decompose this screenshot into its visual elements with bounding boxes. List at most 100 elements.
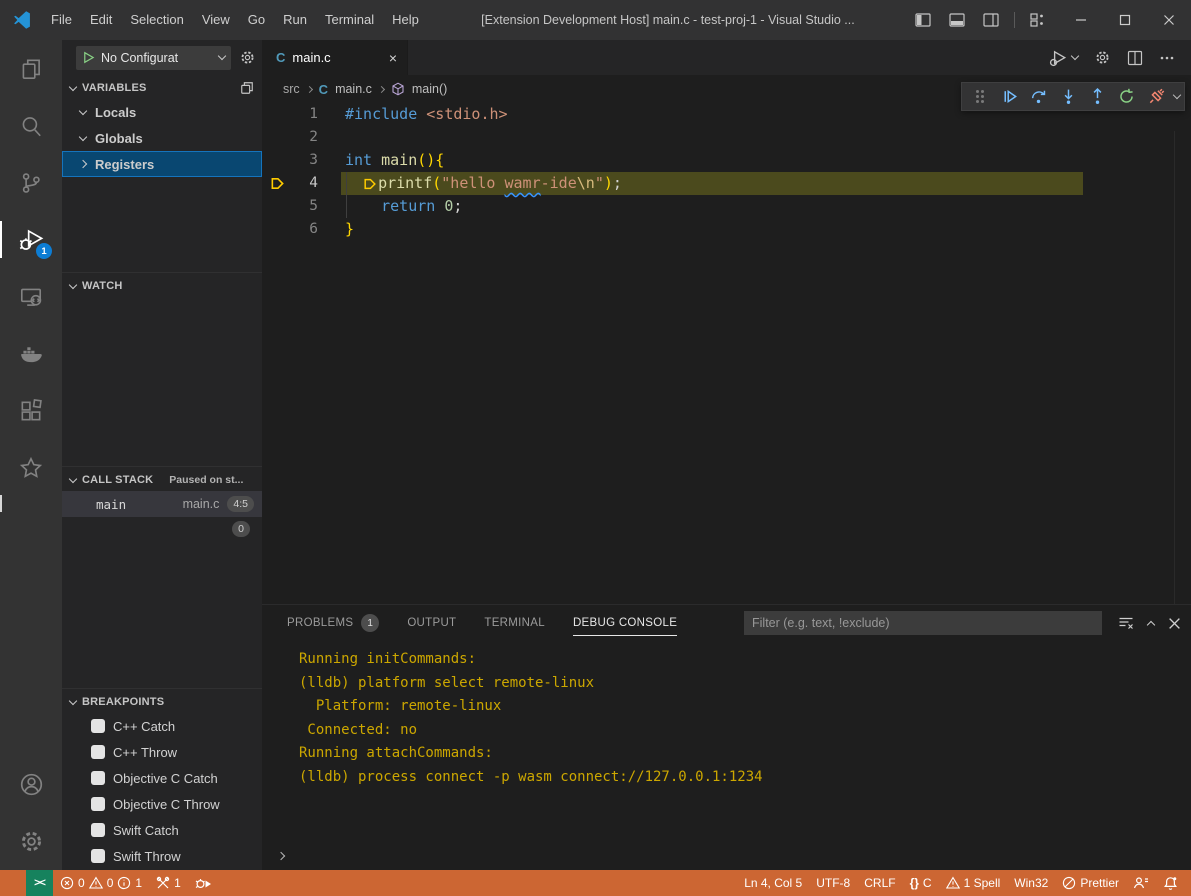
close-window-button[interactable] xyxy=(1147,0,1191,40)
maximize-panel-icon[interactable] xyxy=(1147,621,1155,629)
toggle-secondary-sidebar-icon[interactable] xyxy=(976,5,1006,35)
minimize-button[interactable] xyxy=(1059,0,1103,40)
menu-file[interactable]: File xyxy=(42,0,81,40)
tab-problems[interactable]: PROBLEMS 1 xyxy=(287,605,379,641)
start-debug-icon[interactable] xyxy=(82,51,95,64)
variables-scope-locals[interactable]: Locals xyxy=(62,99,262,125)
tab-debug-console[interactable]: DEBUG CONSOLE xyxy=(573,605,677,641)
customize-layout-icon[interactable] xyxy=(1023,5,1053,35)
variables-scope-registers[interactable]: Registers xyxy=(62,151,262,177)
checkbox[interactable] xyxy=(91,771,105,785)
continue-button[interactable] xyxy=(995,84,1022,109)
platform-status[interactable]: Win32 xyxy=(1007,870,1055,896)
breadcrumb-symbol[interactable]: main() xyxy=(412,82,447,96)
search-icon[interactable] xyxy=(0,97,62,154)
close-tab-icon[interactable]: × xyxy=(389,50,397,66)
menu-view[interactable]: View xyxy=(193,0,239,40)
explorer-icon[interactable] xyxy=(0,40,62,97)
debug-console-output[interactable]: Running initCommands: (lldb) platform se… xyxy=(262,641,1191,844)
variables-header[interactable]: VARIABLES xyxy=(62,75,262,99)
ports-status[interactable]: 1 xyxy=(149,870,188,896)
checkbox[interactable] xyxy=(91,849,105,863)
debug-config-dropdown[interactable]: No Configurat xyxy=(76,46,231,70)
breadcrumb-folder[interactable]: src xyxy=(283,82,300,96)
toggle-sidebar-icon[interactable] xyxy=(908,5,938,35)
tab-main-c[interactable]: C main.c × xyxy=(262,40,408,75)
chevron-down-icon[interactable] xyxy=(1173,91,1181,99)
problems-status[interactable]: 0 0 1 xyxy=(53,870,149,896)
watch-header[interactable]: WATCH xyxy=(62,273,262,297)
breakpoint-objc-throw[interactable]: Objective C Throw xyxy=(62,791,262,817)
language-mode[interactable]: {} C xyxy=(903,870,939,896)
more-actions-icon[interactable] xyxy=(1159,50,1175,66)
menu-run[interactable]: Run xyxy=(274,0,316,40)
source-control-icon[interactable] xyxy=(0,154,62,211)
stack-frame-row[interactable]: main main.c 4:5 xyxy=(62,491,262,517)
menu-go[interactable]: Go xyxy=(239,0,274,40)
run-or-debug-button[interactable] xyxy=(1049,49,1078,67)
menu-edit[interactable]: Edit xyxy=(81,0,121,40)
line-number[interactable]: 3 xyxy=(262,149,318,172)
spell-checker-status[interactable]: 1 Spell xyxy=(939,870,1008,896)
clear-console-icon[interactable] xyxy=(1118,615,1134,631)
code-editor[interactable]: 1 #include <stdio.h> 2 3 int main(){ 4 p… xyxy=(262,103,1191,604)
formatter-status[interactable]: Prettier xyxy=(1055,870,1126,896)
remote-indicator[interactable]: >< xyxy=(26,870,53,896)
settings-gear-icon[interactable] xyxy=(0,813,62,870)
cursor-position[interactable]: Ln 4, Col 5 xyxy=(737,870,809,896)
toggle-panel-icon[interactable] xyxy=(942,5,972,35)
call-stack-header[interactable]: CALL STACK Paused on st... xyxy=(62,467,262,491)
encoding-label: UTF-8 xyxy=(816,876,850,890)
menu-selection[interactable]: Selection xyxy=(121,0,192,40)
breakpoint-cpp-catch[interactable]: C++ Catch xyxy=(62,713,262,739)
debug-settings-gear-icon[interactable] xyxy=(239,49,256,66)
checkbox[interactable] xyxy=(91,719,105,733)
chevron-down-icon xyxy=(69,474,77,482)
feedback-button[interactable] xyxy=(1126,870,1156,896)
eol-sequence[interactable]: CRLF xyxy=(857,870,902,896)
checkbox[interactable] xyxy=(91,797,105,811)
disconnect-button[interactable] xyxy=(1143,84,1170,109)
editor-gear-icon[interactable] xyxy=(1094,49,1111,66)
step-into-button[interactable] xyxy=(1054,84,1081,109)
line-number[interactable]: 5 xyxy=(262,195,318,218)
breadcrumb-file[interactable]: main.c xyxy=(335,82,372,96)
breakpoint-swift-throw[interactable]: Swift Throw xyxy=(62,843,262,869)
debug-console-input[interactable] xyxy=(262,844,1191,870)
step-out-button[interactable] xyxy=(1084,84,1111,109)
checkbox[interactable] xyxy=(91,745,105,759)
step-over-button[interactable] xyxy=(1025,84,1052,109)
menu-terminal[interactable]: Terminal xyxy=(316,0,383,40)
close-panel-icon[interactable] xyxy=(1168,617,1181,630)
tab-label: TERMINAL xyxy=(484,617,545,629)
line-number[interactable]: 2 xyxy=(262,126,318,149)
docker-icon[interactable] xyxy=(0,325,62,382)
notifications-button[interactable] xyxy=(1156,870,1185,896)
breakpoint-cpp-throw[interactable]: C++ Throw xyxy=(62,739,262,765)
breakpoint-objc-catch[interactable]: Objective C Catch xyxy=(62,765,262,791)
remote-explorer-icon[interactable] xyxy=(0,268,62,325)
maximize-button[interactable] xyxy=(1103,0,1147,40)
split-editor-icon[interactable] xyxy=(1127,50,1143,66)
restart-button[interactable] xyxy=(1113,84,1140,109)
line-number[interactable]: 1 xyxy=(262,103,318,126)
scrollbar-edge[interactable] xyxy=(1174,131,1175,604)
line-number[interactable]: 6 xyxy=(262,218,318,241)
encoding[interactable]: UTF-8 xyxy=(809,870,857,896)
session-row[interactable]: 0 xyxy=(62,517,262,541)
extensions-icon[interactable] xyxy=(0,382,62,439)
tab-terminal[interactable]: TERMINAL xyxy=(484,605,545,641)
debug-status[interactable] xyxy=(188,870,219,896)
tab-output[interactable]: OUTPUT xyxy=(407,605,456,641)
console-filter-input[interactable] xyxy=(744,611,1102,635)
breakpoint-swift-catch[interactable]: Swift Catch xyxy=(62,817,262,843)
variables-scope-globals[interactable]: Globals xyxy=(62,125,262,151)
checkbox[interactable] xyxy=(91,823,105,837)
breakpoints-header[interactable]: BREAKPOINTS xyxy=(62,689,262,713)
copy-value-icon[interactable] xyxy=(240,81,254,95)
favorites-star-icon[interactable] xyxy=(0,439,62,496)
run-and-debug-icon[interactable]: 1 xyxy=(0,211,62,268)
toolbar-drag-grip[interactable] xyxy=(966,84,993,109)
account-icon[interactable] xyxy=(0,756,62,813)
menu-help[interactable]: Help xyxy=(383,0,428,40)
